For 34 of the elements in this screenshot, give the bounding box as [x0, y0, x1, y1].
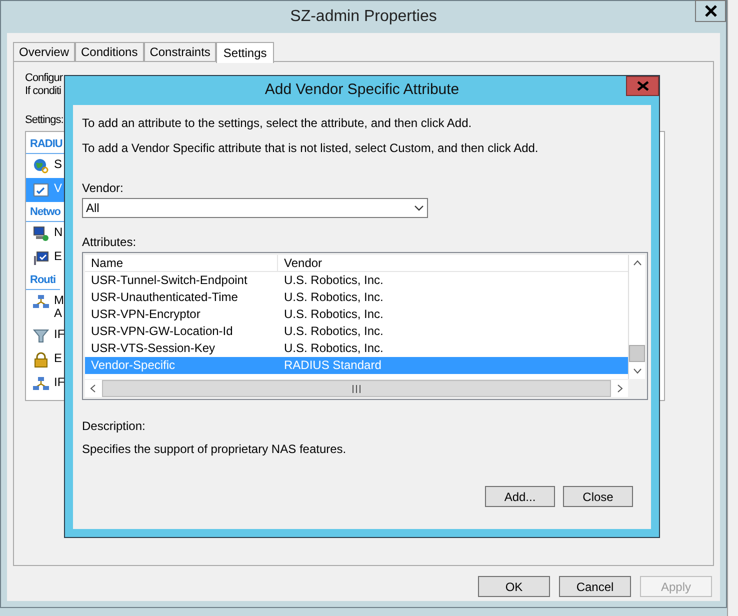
- attributes-label: Attributes:: [82, 235, 138, 249]
- tree-item-label: IF: [54, 328, 65, 341]
- tree-item-label: E: [54, 352, 62, 365]
- attribute-name: Vendor-Specific: [90, 357, 176, 374]
- attribute-name: USR-VPN-Encryptor: [90, 306, 202, 323]
- instruction-text: To add a Vendor Specific attribute that is not listed, select Custom, and then click Add.: [82, 141, 540, 155]
- tree-item-label: A: [54, 307, 64, 320]
- tree-item-label: IF: [54, 376, 65, 389]
- instruction-text: To add an attribute to the settings, select the attribute, and then click Add.: [82, 116, 473, 130]
- tree-item-label: V: [54, 182, 62, 195]
- description-text: If conditi: [25, 85, 61, 98]
- attribute-vendor: U.S. Robotics, Inc.: [283, 272, 384, 289]
- attribute-name: USR-Unauthenticated-Time: [90, 289, 239, 306]
- tree-item-label: M: [54, 294, 64, 307]
- vendor-value: All: [86, 200, 100, 217]
- settings-label: Settings:: [25, 114, 64, 127]
- tree-item-label: N: [54, 226, 63, 239]
- tree-item-label: E: [54, 250, 62, 263]
- attribute-name: USR-VPN-GW-Location-Id: [90, 323, 234, 340]
- attribute-vendor: RADIUS Standard: [283, 357, 382, 374]
- attribute-name: USR-Tunnel-Switch-Endpoint: [90, 272, 248, 289]
- description-text: Specifies the support of proprietary NAS features.: [82, 442, 348, 456]
- tree-item-label: S: [54, 158, 62, 171]
- attribute-vendor: U.S. Robotics, Inc.: [283, 306, 384, 323]
- description-label: Description:: [82, 419, 146, 433]
- attribute-vendor: U.S. Robotics, Inc.: [283, 340, 384, 357]
- attribute-name: USR-VTS-Session-Key: [90, 340, 216, 357]
- description-text: Configur: [25, 72, 63, 85]
- window-title: SZ-admin Properties: [290, 7, 437, 27]
- attribute-vendor: U.S. Robotics, Inc.: [283, 289, 384, 306]
- vendor-label: Vendor:: [82, 181, 124, 195]
- attribute-vendor: U.S. Robotics, Inc.: [283, 323, 384, 340]
- group-heading: Routi: [26, 270, 60, 290]
- dialog-title: Add Vendor Specific Attribute: [264, 80, 460, 100]
